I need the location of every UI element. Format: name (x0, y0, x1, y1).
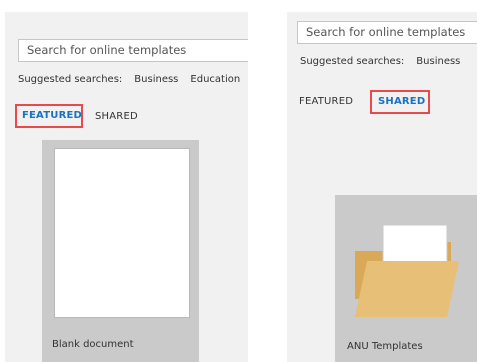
search-templates-input[interactable]: Search for online templates (18, 39, 248, 62)
suggested-search-education[interactable]: Education (190, 74, 240, 85)
folder-icon (355, 225, 459, 317)
suggested-search-business[interactable]: Business (134, 74, 178, 85)
template-label: Blank document (52, 339, 134, 350)
search-templates-input[interactable]: Search for online templates (297, 21, 477, 44)
suggested-searches: Suggested searches: Business Education (18, 74, 248, 85)
tab-featured[interactable]: FEATURED (22, 110, 82, 121)
tab-featured[interactable]: FEATURED (299, 96, 353, 107)
suggested-searches: Suggested searches: Business (300, 56, 472, 67)
templates-panel-left: Search for online templates Suggested se… (5, 12, 248, 362)
tab-shared[interactable]: SHARED (378, 96, 425, 107)
template-label: ANU Templates (347, 341, 423, 352)
suggested-searches-label: Suggested searches: (300, 56, 405, 67)
template-tile-blank-document[interactable]: Blank document (42, 140, 199, 362)
suggested-search-business[interactable]: Business (416, 56, 460, 67)
blank-document-thumbnail (54, 148, 190, 318)
template-tile-anu-templates[interactable]: ANU Templates (335, 195, 477, 362)
suggested-searches-label: Suggested searches: (18, 74, 123, 85)
templates-panel-right: Search for online templates Suggested se… (287, 12, 477, 362)
tab-shared[interactable]: SHARED (95, 111, 138, 122)
